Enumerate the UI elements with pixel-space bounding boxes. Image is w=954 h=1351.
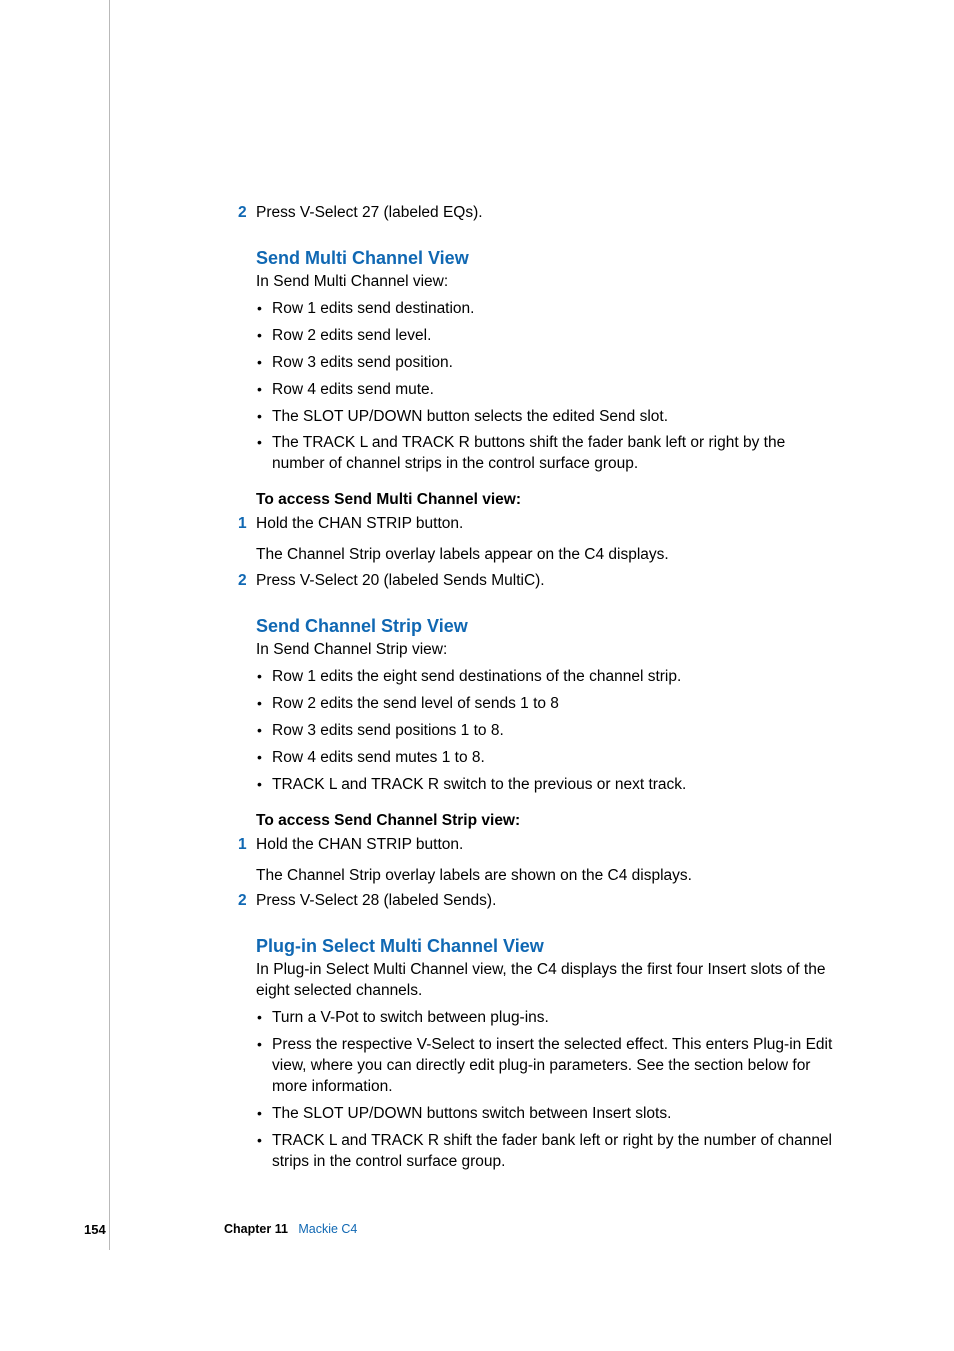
- list-item: Press the respective V-Select to insert …: [256, 1035, 834, 1098]
- section-intro: In Send Multi Channel view:: [256, 272, 834, 293]
- list-item: TRACK L and TRACK R switch to the previo…: [256, 775, 834, 796]
- step-number: 1: [238, 515, 256, 533]
- step-number: 2: [238, 892, 256, 910]
- bullet-list: Row 1 edits the eight send destinations …: [256, 667, 834, 796]
- step-text: Hold the CHAN STRIP button.: [256, 835, 463, 856]
- page-content: 2 Press V-Select 27 (labeled EQs). Send …: [0, 0, 954, 1351]
- result-text: The Channel Strip overlay labels appear …: [256, 545, 834, 566]
- section-intro: In Send Channel Strip view:: [256, 640, 834, 661]
- procedure-title: To access Send Multi Channel view:: [256, 491, 834, 509]
- chapter-link[interactable]: Mackie C4: [298, 1222, 357, 1236]
- step-number: 2: [238, 204, 256, 222]
- step-row: 2 Press V-Select 28 (labeled Sends).: [256, 891, 834, 912]
- section-heading-plugin-select-multi: Plug-in Select Multi Channel View: [256, 936, 834, 957]
- step-row: 1 Hold the CHAN STRIP button.: [256, 514, 834, 535]
- list-item: Row 2 edits send level.: [256, 326, 834, 347]
- step-text: Press V-Select 27 (labeled EQs).: [256, 203, 483, 224]
- section-heading-send-channel-strip: Send Channel Strip View: [256, 616, 834, 637]
- page-number: 154: [84, 1222, 106, 1237]
- list-item: Row 4 edits send mute.: [256, 380, 834, 401]
- procedure-title: To access Send Channel Strip view:: [256, 812, 834, 830]
- list-item: Row 1 edits the eight send destinations …: [256, 667, 834, 688]
- step-text: Press V-Select 20 (labeled Sends MultiC)…: [256, 571, 545, 592]
- step-number: 2: [238, 572, 256, 590]
- step-number: 1: [238, 836, 256, 854]
- step-row: 1 Hold the CHAN STRIP button.: [256, 835, 834, 856]
- chapter-label: Chapter 11: [224, 1222, 288, 1236]
- bullet-list: Turn a V-Pot to switch between plug-ins.…: [256, 1008, 834, 1172]
- step-text: Press V-Select 28 (labeled Sends).: [256, 891, 496, 912]
- section-heading-send-multi: Send Multi Channel View: [256, 248, 834, 269]
- list-item: Row 1 edits send destination.: [256, 299, 834, 320]
- list-item: Row 3 edits send positions 1 to 8.: [256, 721, 834, 742]
- chapter-reference: Chapter 11 Mackie C4: [224, 1222, 357, 1236]
- list-item: Row 2 edits the send level of sends 1 to…: [256, 694, 834, 715]
- section-intro: In Plug-in Select Multi Channel view, th…: [256, 960, 834, 1002]
- list-item: The TRACK L and TRACK R buttons shift th…: [256, 433, 834, 475]
- list-item: TRACK L and TRACK R shift the fader bank…: [256, 1131, 834, 1173]
- list-item: Row 3 edits send position.: [256, 353, 834, 374]
- list-item: The SLOT UP/DOWN buttons switch between …: [256, 1104, 834, 1125]
- step-row: 2 Press V-Select 20 (labeled Sends Multi…: [256, 571, 834, 592]
- step-text: Hold the CHAN STRIP button.: [256, 514, 463, 535]
- step-row: 2 Press V-Select 27 (labeled EQs).: [256, 203, 834, 224]
- bullet-list: Row 1 edits send destination. Row 2 edit…: [256, 299, 834, 475]
- result-text: The Channel Strip overlay labels are sho…: [256, 866, 834, 887]
- list-item: Row 4 edits send mutes 1 to 8.: [256, 748, 834, 769]
- list-item: Turn a V-Pot to switch between plug-ins.: [256, 1008, 834, 1029]
- list-item: The SLOT UP/DOWN button selects the edit…: [256, 407, 834, 428]
